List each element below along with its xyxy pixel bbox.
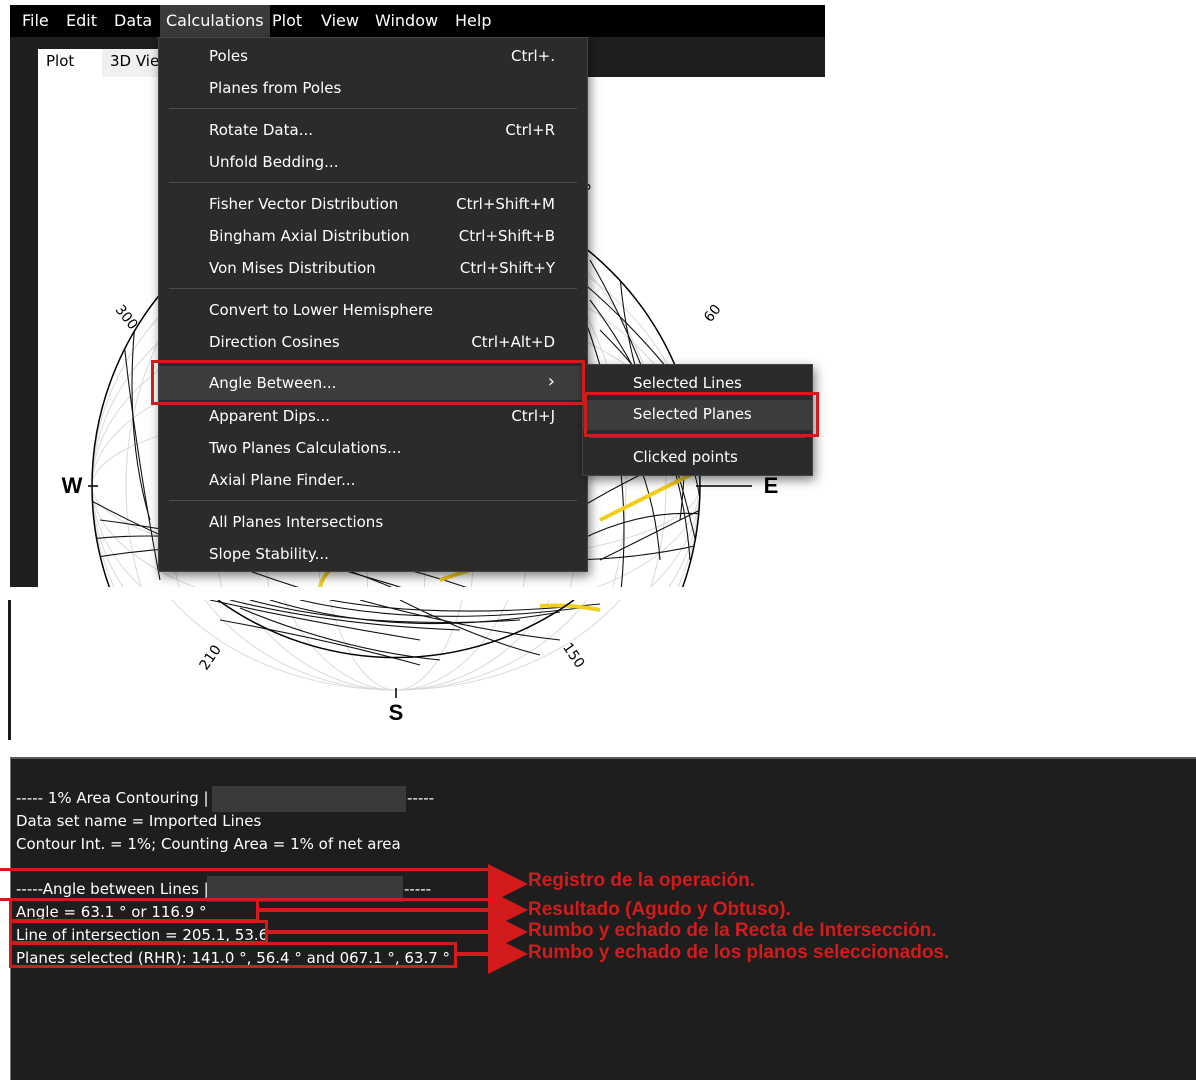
- annotation-intersection: Rumbo y echado de la Recta de Intersecci…: [528, 920, 937, 941]
- annotation-log: Registro de la operación.: [528, 870, 755, 891]
- annotation-planes: Rumbo y echado de los planos seleccionad…: [528, 942, 950, 963]
- annotation-result: Resultado (Agudo y Obtuso).: [528, 899, 791, 920]
